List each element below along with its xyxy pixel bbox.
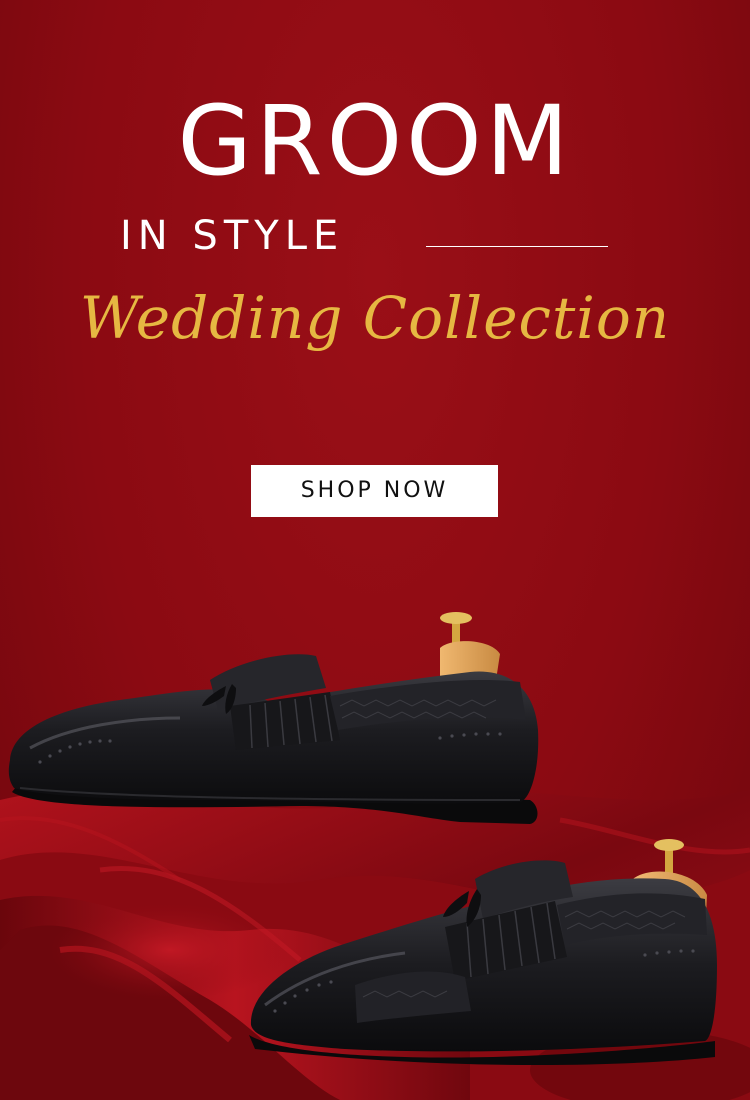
shop-now-button[interactable]: SHOP NOW: [251, 465, 498, 517]
divider-line: [426, 246, 608, 247]
black-tassel-loafer-icon: [8, 612, 539, 824]
wedding-collection-title: Wedding Collection: [79, 284, 671, 352]
headline-groom: GROOM: [177, 85, 573, 197]
promo-banner: GROOM IN STYLE Wedding Collection SHOP N…: [0, 0, 750, 1100]
black-tassel-loafer-icon: [249, 839, 718, 1066]
subheadline-in-style: IN STYLE: [120, 213, 345, 259]
